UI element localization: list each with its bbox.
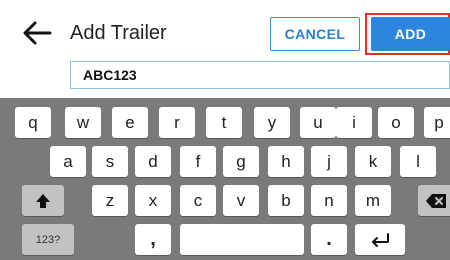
key-x[interactable]: x bbox=[135, 185, 171, 216]
key-l[interactable]: l bbox=[400, 146, 436, 177]
key-g[interactable]: g bbox=[223, 146, 259, 177]
key-h[interactable]: h bbox=[268, 146, 304, 177]
key-s[interactable]: s bbox=[92, 146, 128, 177]
key-i[interactable]: i bbox=[336, 107, 372, 138]
backspace-icon bbox=[426, 193, 446, 208]
comma-key[interactable]: , bbox=[135, 224, 171, 255]
back-button[interactable] bbox=[20, 16, 54, 50]
backspace-key[interactable] bbox=[418, 185, 450, 216]
key-k[interactable]: k bbox=[355, 146, 391, 177]
key-m[interactable]: m bbox=[355, 185, 391, 216]
key-o[interactable]: o bbox=[378, 107, 414, 138]
add-trailer-screen: Add Trailer CANCEL ADD ABC123 q w e r t … bbox=[0, 0, 450, 260]
enter-icon bbox=[372, 232, 389, 247]
onscreen-keyboard: q w e r t y u i o p a s d f g h j k l z … bbox=[0, 98, 450, 260]
space-key[interactable] bbox=[180, 224, 304, 255]
key-d[interactable]: d bbox=[135, 146, 171, 177]
key-n[interactable]: n bbox=[311, 185, 347, 216]
key-z[interactable]: z bbox=[92, 185, 128, 216]
key-w[interactable]: w bbox=[65, 107, 101, 138]
key-t[interactable]: t bbox=[206, 107, 242, 138]
key-f[interactable]: f bbox=[180, 146, 216, 177]
key-c[interactable]: c bbox=[180, 185, 216, 216]
key-u[interactable]: u bbox=[300, 107, 336, 138]
key-e[interactable]: e bbox=[112, 107, 148, 138]
enter-key[interactable] bbox=[355, 224, 405, 255]
shift-icon bbox=[36, 193, 50, 208]
key-j[interactable]: j bbox=[311, 146, 347, 177]
key-p[interactable]: p bbox=[424, 107, 450, 138]
page-title: Add Trailer bbox=[70, 22, 167, 44]
trailer-id-input[interactable]: ABC123 bbox=[70, 61, 450, 89]
key-r[interactable]: r bbox=[159, 107, 195, 138]
key-b[interactable]: b bbox=[268, 185, 304, 216]
period-key[interactable]: . bbox=[311, 224, 347, 255]
key-y[interactable]: y bbox=[254, 107, 290, 138]
key-q[interactable]: q bbox=[15, 107, 51, 138]
key-v[interactable]: v bbox=[223, 185, 259, 216]
shift-key[interactable] bbox=[22, 185, 64, 216]
key-a[interactable]: a bbox=[50, 146, 86, 177]
add-button[interactable]: ADD bbox=[371, 17, 450, 51]
cancel-button[interactable]: CANCEL bbox=[270, 17, 360, 51]
symbols-key[interactable]: 123? bbox=[22, 224, 74, 255]
arrow-left-icon bbox=[23, 21, 52, 45]
